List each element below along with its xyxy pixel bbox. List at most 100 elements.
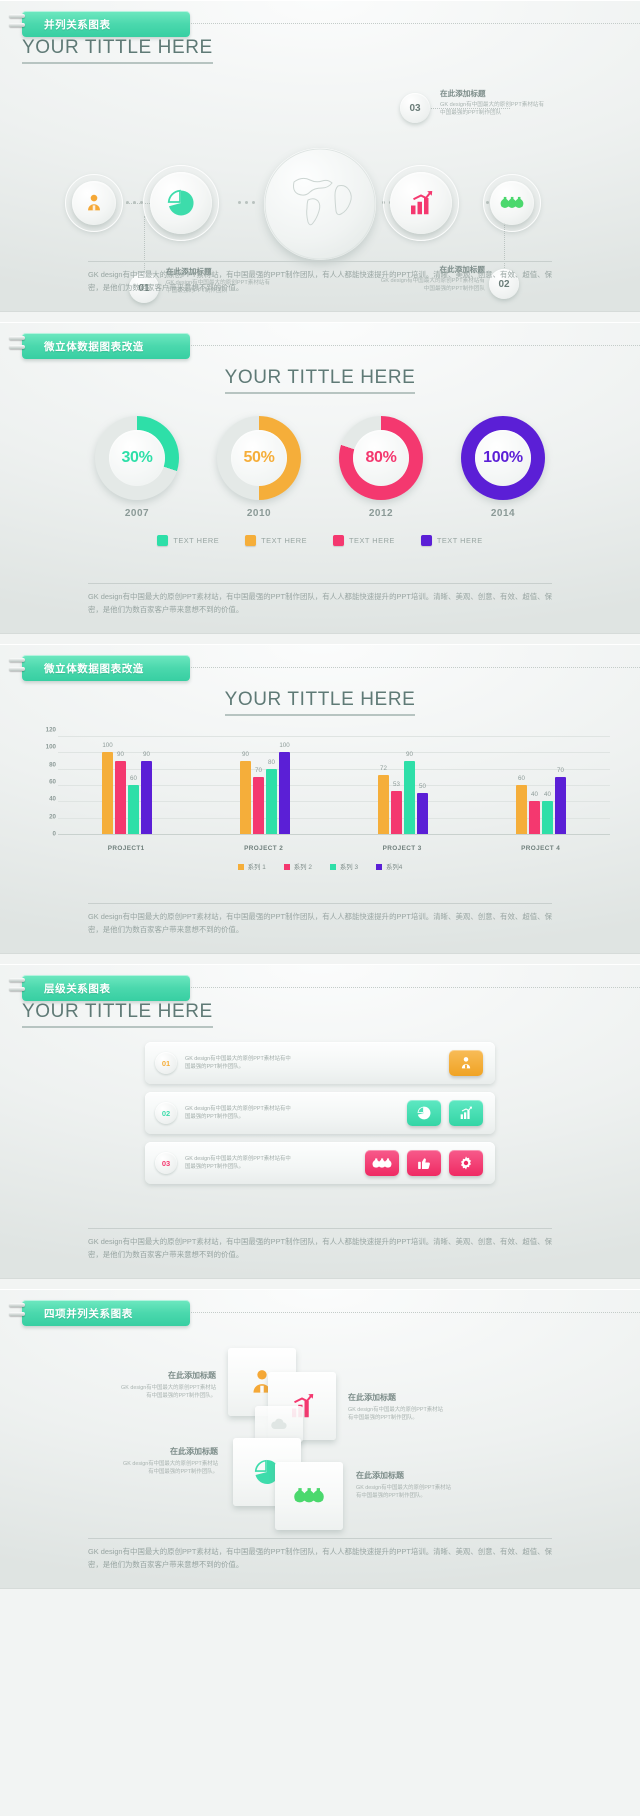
- connector-dots: [238, 201, 255, 204]
- bar: 72: [378, 765, 389, 834]
- bar-value: 50: [419, 783, 426, 791]
- bar: 90: [141, 751, 152, 834]
- bar-value: 90: [406, 750, 413, 758]
- callout-03: 在此添加标题 GK design有中国最大的原创PPT素材站有中国最强的PPT制…: [440, 88, 548, 118]
- footer-paragraph: GK design有中国最大的原创PPT素材站，有中国最强的PPT制作团队，有人…: [88, 592, 552, 615]
- hierarchy-row-01[interactable]: 01 GK design有中国最大的原创PPT素材站有中国最强的PPT制作团队。: [145, 1042, 495, 1084]
- legend-swatch: [420, 535, 432, 546]
- icon-tile-thumbsup[interactable]: [407, 1150, 441, 1176]
- globe-icon: [264, 148, 376, 260]
- step-badge-03: 03: [400, 93, 430, 123]
- node-user[interactable]: [65, 174, 123, 232]
- page-title: YOUR TITTLE HERE: [22, 37, 213, 64]
- slide1-diagram: 03 在此添加标题 GK design有中国最大的原创PPT素材站有中国最强的P…: [0, 66, 640, 303]
- icon-tile-user[interactable]: [449, 1050, 483, 1076]
- bar-value: 100: [279, 742, 290, 750]
- legend-label: 系列 3: [339, 864, 359, 871]
- node-halo: [483, 174, 541, 232]
- bar: 53: [391, 781, 402, 834]
- slide3-tab-bar: 微立体数据图表改造: [0, 645, 640, 681]
- tab-parallel-relation[interactable]: 并列关系图表: [22, 11, 190, 37]
- legend-item: 系列 2: [283, 862, 312, 871]
- row-number-text: 01: [161, 1058, 171, 1068]
- y-tick: 100: [45, 743, 56, 751]
- x-axis-labels: PROJECT1 PROJECT 2 PROJECT 3 PROJECT 4: [58, 845, 610, 852]
- bar: 100: [279, 742, 290, 834]
- page-title: YOUR TITTLE HERE: [22, 1001, 213, 1028]
- divider: [88, 1538, 552, 1540]
- bar: 50: [417, 783, 428, 834]
- card-cluster: 在此添加标题 GK design有中国最大的原创PPT素材站有中国最强的PPT制…: [0, 1330, 640, 1530]
- legend-swatch: [157, 535, 169, 546]
- bar-chart-legend: 系列 1 系列 2 系列 3 系列4: [0, 862, 640, 871]
- bar-value: 53: [393, 780, 400, 788]
- bar-group: 90 70 80 100: [240, 736, 290, 834]
- donut-label: 2012: [368, 508, 394, 519]
- card-body: GK design有中国最大的原创PPT素材站有中国最强的PPT制作团队。: [356, 1485, 451, 1500]
- bar: 80: [266, 759, 277, 834]
- icon-tile-pie[interactable]: [407, 1100, 441, 1126]
- card-caption-2: 在此添加标题 GK design有中国最大的原创PPT素材站有中国最强的PPT制…: [348, 1392, 444, 1423]
- icon-tile-gear[interactable]: [449, 1150, 483, 1176]
- y-tick: 20: [49, 813, 56, 821]
- tab-hierarchy-relation[interactable]: 层级关系图表: [22, 975, 190, 1001]
- tab-data-chart-remake[interactable]: 微立体数据图表改造: [22, 655, 190, 681]
- legend-item: 系列 3: [329, 862, 359, 871]
- tab-dotted-line: [150, 345, 640, 347]
- node-money[interactable]: [483, 174, 541, 232]
- tab-four-parallel-relation[interactable]: 四项并列关系图表: [22, 1300, 190, 1326]
- legend-item: TEXT HERE: [420, 535, 483, 546]
- icon-tile-growth[interactable]: [449, 1100, 483, 1126]
- row-icons: [407, 1100, 495, 1126]
- legend-item: 系列 1: [237, 862, 266, 871]
- tab-dotted-line: [150, 987, 640, 989]
- bar-value: 90: [143, 750, 150, 758]
- row-number: 03: [155, 1152, 177, 1174]
- gear-icon: [460, 1156, 472, 1170]
- pie-chart-icon: [417, 1106, 431, 1120]
- page-title: YOUR TITTLE HERE: [224, 367, 416, 394]
- donut-item: 100% 2014: [461, 416, 545, 519]
- bar-value: 72: [380, 765, 387, 773]
- slide-donut-charts: 微立体数据图表改造 YOUR TITTLE HERE 30% 2007 50% …: [0, 322, 640, 634]
- row-icons: [449, 1050, 495, 1076]
- tab-data-chart-remake[interactable]: 微立体数据图表改造: [22, 333, 190, 359]
- bar-value: 40: [544, 791, 551, 799]
- binder-rings-icon: [9, 658, 25, 676]
- money-bags-icon: [372, 1157, 392, 1168]
- bar-value: 40: [531, 791, 538, 799]
- hierarchy-row-03[interactable]: 03 GK design有中国最大的原创PPT素材站有中国最强的PPT制作团队。: [145, 1142, 495, 1184]
- bar-value: 80: [268, 758, 275, 766]
- legend-label: 系列4: [386, 864, 403, 871]
- slide5-footer: GK design有中国最大的原创PPT素材站，有中国最强的PPT制作团队，有人…: [88, 1538, 552, 1572]
- slide2-tab-bar: 微立体数据图表改造: [0, 323, 640, 359]
- legend-swatch: [333, 535, 344, 546]
- node-growth[interactable]: [383, 165, 459, 241]
- slide1-tab-bar: 并列关系图表: [0, 1, 640, 37]
- bar: 40: [529, 791, 540, 834]
- slide1-footer: GK design有中国最大的原创PPT素材站，有中国最强的PPT制作团队，有人…: [88, 261, 552, 295]
- legend-swatch: [237, 863, 244, 870]
- hierarchy-row-02[interactable]: 02 GK design有中国最大的原创PPT素材站有中国最强的PPT制作团队。: [145, 1092, 495, 1134]
- bar-groups: 100 90 60 90 90 70 80 100 72 53 90 50 60…: [58, 736, 610, 834]
- icon-tile-money[interactable]: [365, 1150, 399, 1176]
- bar: 70: [555, 767, 566, 834]
- row-number: 01: [155, 1052, 177, 1074]
- bar-group: 60 40 40 70: [516, 736, 566, 834]
- y-tick: 60: [49, 778, 56, 786]
- row-icons: [365, 1150, 495, 1176]
- card-body: GK design有中国最大的原创PPT素材站有中国最强的PPT制作团队。: [123, 1461, 218, 1476]
- row-number-text: 02: [161, 1108, 171, 1118]
- node-halo: [143, 165, 219, 241]
- row-number-text: 03: [161, 1158, 171, 1168]
- slide-hierarchy-relation: 层级关系图表 YOUR TITTLE HERE 01 GK design有中国最…: [0, 964, 640, 1279]
- tab-dotted-line: [150, 667, 640, 669]
- node-pie[interactable]: [143, 165, 219, 241]
- card-money[interactable]: [275, 1462, 343, 1530]
- slide4-footer: GK design有中国最大的原创PPT素材站，有中国最强的PPT制作团队，有人…: [88, 1228, 552, 1262]
- y-tick: 40: [49, 795, 56, 803]
- node-halo: [65, 174, 123, 232]
- page-title: YOUR TITTLE HERE: [224, 689, 416, 716]
- divider: [88, 261, 552, 263]
- bar-group: 72 53 90 50: [378, 736, 428, 834]
